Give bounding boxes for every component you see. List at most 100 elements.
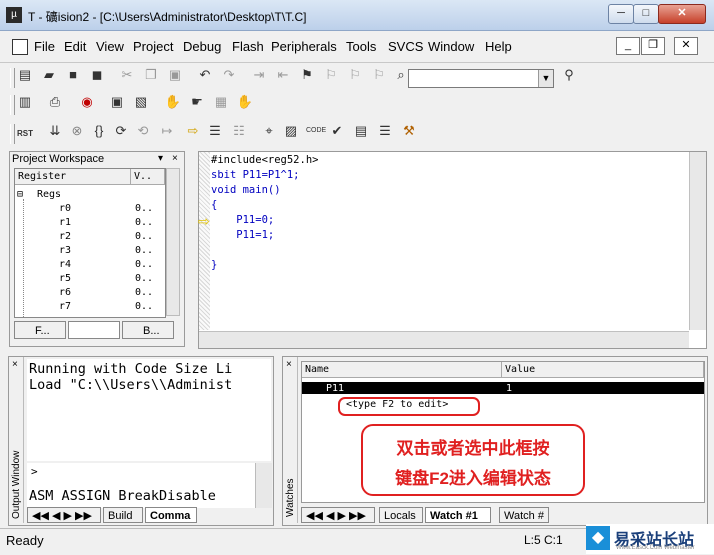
register-name[interactable]: r5 (59, 273, 71, 284)
cut-icon[interactable]: ✂ (118, 66, 136, 84)
menu-project[interactable]: Project (133, 39, 173, 54)
tab-build[interactable]: Build (103, 507, 143, 523)
stop-icon[interactable]: ⊗ (68, 122, 86, 140)
register-column-header[interactable]: Register (15, 169, 131, 185)
step-over-icon[interactable]: ⟳ (112, 122, 130, 140)
tab-watch-1[interactable]: Watch #1 (425, 507, 491, 523)
output-close-icon[interactable]: × (12, 359, 18, 370)
menu-window[interactable]: Window (428, 39, 474, 54)
register-name[interactable]: r1 (59, 217, 71, 228)
step-out-icon[interactable]: ⟲ (134, 122, 152, 140)
workspace-close-icon[interactable]: × (172, 153, 178, 164)
menu-file[interactable]: File (34, 39, 55, 54)
logic-analyzer-icon[interactable]: ☰ (376, 122, 394, 140)
serial-window-icon[interactable]: ▤ (352, 122, 370, 140)
toolbar-grip[interactable] (10, 124, 15, 144)
close-button[interactable]: ✕ (658, 4, 706, 24)
trace-record-icon[interactable]: ☷ (230, 122, 248, 140)
show-next-statement-icon[interactable]: ⇨ (184, 122, 202, 140)
code-line[interactable]: P11=0; (211, 214, 274, 226)
watch-row-value[interactable]: 1 (506, 383, 512, 394)
register-value[interactable]: 0.. (135, 231, 153, 242)
bookmark-toggle-icon[interactable]: ⚑ (298, 66, 316, 84)
debug-start-icon[interactable]: ◉ (78, 93, 96, 111)
unindent-icon[interactable]: ⇤ (274, 66, 292, 84)
minimize-button[interactable]: ─ (608, 4, 634, 24)
command-area[interactable]: > ASM ASSIGN BreakDisable (27, 463, 255, 508)
mdi-close-button[interactable]: ✕ (674, 37, 698, 55)
watch-value-header[interactable]: Value (502, 362, 704, 378)
maximize-button[interactable]: □ (633, 4, 659, 24)
menu-flash[interactable]: Flash (232, 39, 264, 54)
output-scrollbar[interactable] (255, 463, 272, 508)
mdi-minimize-button[interactable]: _ (616, 37, 640, 55)
paste-icon[interactable]: ▣ (166, 66, 184, 84)
register-value[interactable]: 0.. (135, 259, 153, 270)
copy-icon[interactable]: ❐ (142, 66, 160, 84)
find-combobox[interactable]: ▼ (408, 69, 554, 88)
bookmark-prev-icon[interactable]: ⚐ (346, 66, 364, 84)
workspace-scrollbar[interactable] (166, 168, 180, 316)
watch-window-icon[interactable]: ▨ (282, 122, 300, 140)
mdi-restore-button[interactable]: ❐ (641, 37, 665, 55)
code-line[interactable]: } (211, 259, 217, 271)
menu-help[interactable]: Help (485, 39, 512, 54)
run-icon[interactable]: ⇊ (46, 122, 64, 140)
output-window-icon[interactable]: ▧ (132, 93, 150, 111)
value-column-header[interactable]: V.. (131, 169, 165, 185)
register-group[interactable]: Regs (37, 189, 61, 200)
save-icon[interactable]: ■ (64, 66, 82, 84)
output-tab-nav[interactable]: ◀◀ ◀ ▶ ▶▶ (27, 507, 101, 523)
menu-view[interactable]: View (96, 39, 124, 54)
code-line[interactable]: { (211, 199, 217, 211)
tab-files[interactable]: F... (14, 321, 66, 339)
register-value[interactable]: 0.. (135, 273, 153, 284)
menu-peripherals[interactable]: Peripherals (271, 39, 337, 54)
editor-horizontal-scrollbar[interactable] (199, 331, 689, 348)
register-name[interactable]: r0 (59, 203, 71, 214)
code-coverage-icon[interactable]: CODE (306, 122, 326, 140)
register-value[interactable]: 0.. (135, 301, 153, 312)
register-value[interactable]: 0.. (135, 245, 153, 256)
bookmark-clear-icon[interactable]: ⚐ (370, 66, 388, 84)
workspace-window-icon[interactable]: ▣ (108, 93, 126, 111)
code-line[interactable]: sbit P11=P1^1; (211, 169, 300, 181)
watch-tab-nav[interactable]: ◀◀ ◀ ▶ ▶▶ (301, 507, 375, 523)
tab-registers[interactable] (68, 321, 120, 339)
save-all-icon[interactable]: ◼ (88, 66, 106, 84)
tab-watch-2[interactable]: Watch # (499, 507, 549, 523)
memory-window-icon[interactable]: ▦ (212, 93, 230, 111)
chevron-down-icon[interactable]: ▼ (538, 70, 553, 87)
register-name[interactable]: r7 (59, 301, 71, 312)
disassembly-icon[interactable]: ⌖ (260, 122, 278, 140)
menu-edit[interactable]: Edit (64, 39, 86, 54)
register-value[interactable]: 0.. (135, 203, 153, 214)
code-line[interactable]: P11=1; (211, 229, 274, 241)
register-name[interactable]: r3 (59, 245, 71, 256)
new-file-icon[interactable]: ▤ (16, 66, 34, 84)
menu-tools[interactable]: Tools (346, 39, 376, 54)
code-line[interactable]: #include<reg52.h> (211, 154, 318, 166)
register-value[interactable]: 0.. (135, 217, 153, 228)
editor-vertical-scrollbar[interactable] (689, 152, 706, 330)
performance-analyzer-icon[interactable]: ✔ (328, 122, 346, 140)
menu-svcs[interactable]: SVCS (388, 39, 423, 54)
output-text[interactable]: Running with Code Size Li Load "C:\\User… (27, 359, 271, 461)
register-value[interactable]: 0.. (135, 287, 153, 298)
register-name[interactable]: r2 (59, 231, 71, 242)
trace-icon[interactable]: ☰ (206, 122, 224, 140)
command-prompt[interactable]: > (31, 465, 38, 478)
open-file-icon[interactable]: ▰ (40, 66, 58, 84)
breakpoint-hand-icon[interactable]: ☛ (188, 93, 206, 111)
watch-row-name[interactable]: P11 (326, 383, 344, 394)
code-line[interactable]: void main() (211, 184, 281, 196)
indent-icon[interactable]: ⇥ (250, 66, 268, 84)
bookmark-next-icon[interactable]: ⚐ (322, 66, 340, 84)
toolbar-grip[interactable] (10, 68, 15, 88)
tab-command[interactable]: Comma (145, 507, 197, 523)
project-open-icon[interactable]: ▥ (16, 93, 34, 111)
hand-icon[interactable]: ✋ (164, 93, 182, 111)
menu-debug[interactable]: Debug (183, 39, 221, 54)
workspace-pin-icon[interactable]: ▾ (158, 153, 163, 164)
hand-grab-icon[interactable]: ✋ (236, 93, 254, 111)
